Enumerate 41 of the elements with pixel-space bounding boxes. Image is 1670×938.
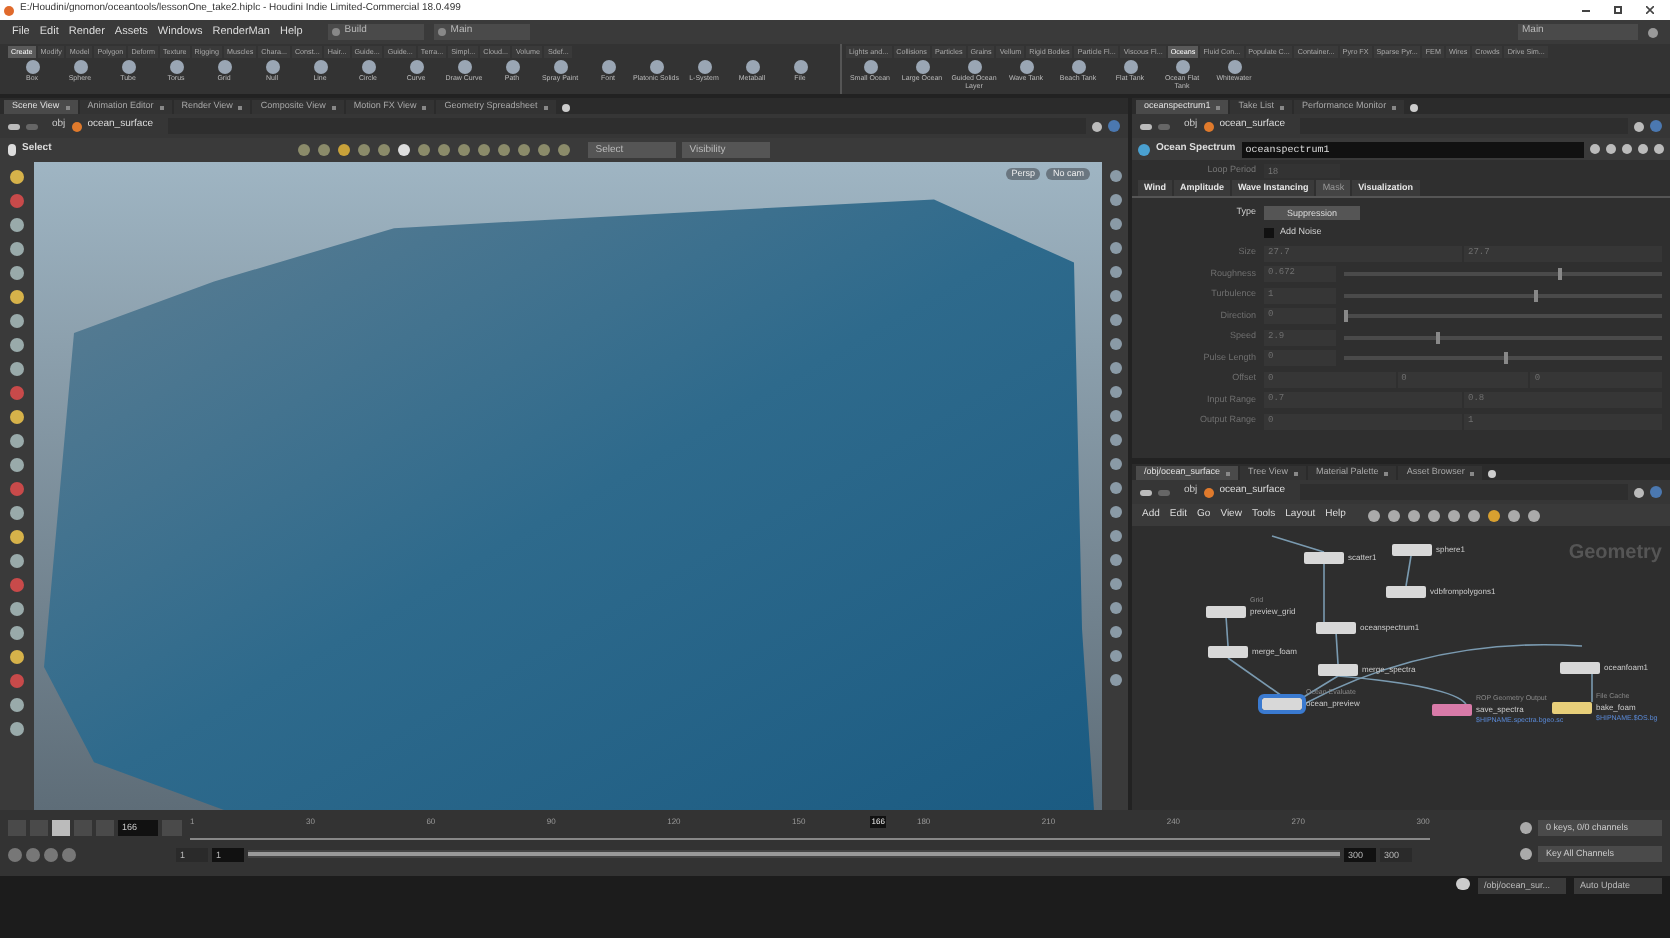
- timeline-track[interactable]: [190, 838, 1430, 840]
- network-node[interactable]: [1386, 586, 1426, 598]
- tool-icon[interactable]: [793, 60, 807, 74]
- maximize-icon[interactable]: [1614, 6, 1622, 14]
- network-node[interactable]: [1208, 646, 1248, 658]
- tool-icon[interactable]: [697, 60, 711, 74]
- tool-icon[interactable]: [265, 60, 279, 74]
- tool-icon[interactable]: [409, 60, 423, 74]
- checkbox[interactable]: [1264, 228, 1274, 238]
- app-icon: [4, 5, 14, 15]
- tool-icon[interactable]: [915, 60, 929, 74]
- network-node[interactable]: [1318, 664, 1358, 676]
- network-node[interactable]: [1552, 702, 1592, 714]
- tool-icon[interactable]: [745, 60, 759, 74]
- tool-icon[interactable]: [169, 60, 183, 74]
- tool-icon[interactable]: [217, 60, 231, 74]
- network-node[interactable]: [1392, 544, 1432, 556]
- tool-icon[interactable]: [1227, 60, 1241, 74]
- network-node[interactable]: [1316, 622, 1356, 634]
- tool-icon[interactable]: [361, 60, 375, 74]
- tool-icon[interactable]: [967, 60, 981, 74]
- network-node[interactable]: [1262, 698, 1302, 710]
- tool-icon[interactable]: [1175, 60, 1189, 74]
- tool-icon[interactable]: [73, 60, 87, 74]
- minimize-icon[interactable]: [1582, 9, 1590, 11]
- tool-icon[interactable]: [863, 60, 877, 74]
- network-node[interactable]: [1560, 662, 1600, 674]
- tool-icon[interactable]: [1123, 60, 1137, 74]
- tool-icon[interactable]: [505, 60, 519, 74]
- tool-icon[interactable]: [649, 60, 663, 74]
- tool-icon[interactable]: [25, 60, 39, 74]
- tool-icon[interactable]: [457, 60, 471, 74]
- tool-icon[interactable]: [121, 60, 135, 74]
- network-node[interactable]: [1206, 606, 1246, 618]
- network-node[interactable]: [1304, 552, 1344, 564]
- tool-icon[interactable]: [1071, 60, 1085, 74]
- tool-icon[interactable]: [1019, 60, 1033, 74]
- network-node[interactable]: [1432, 704, 1472, 716]
- tool-icon[interactable]: [313, 60, 327, 74]
- tool-icon[interactable]: [553, 60, 567, 74]
- tool-icon[interactable]: [601, 60, 615, 74]
